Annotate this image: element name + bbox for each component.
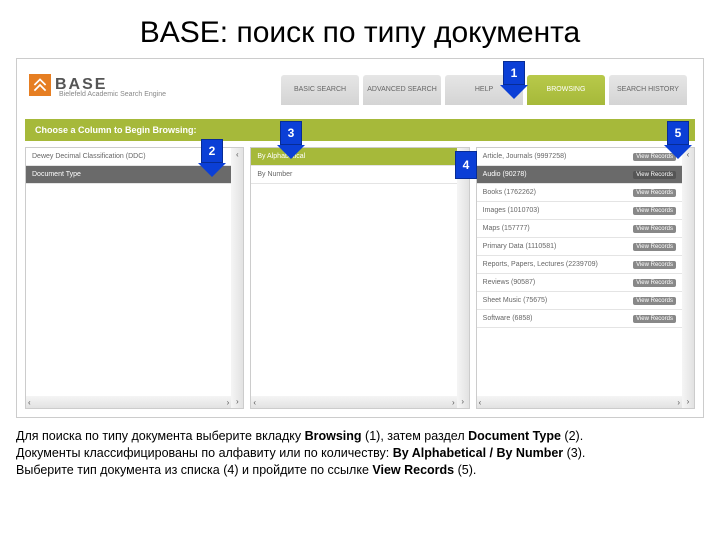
callout-1: 1	[503, 61, 528, 99]
view-records-button[interactable]: View Records	[633, 207, 676, 215]
tab-browsing[interactable]: BROWSING	[527, 75, 605, 105]
tab-advanced-search[interactable]: ADVANCED SEARCH	[363, 75, 441, 105]
view-records-button[interactable]: View Records	[633, 171, 676, 179]
callout-4: 4	[455, 151, 477, 179]
screenshot-frame: BASE Bielefeld Academic Search Engine BA…	[16, 58, 704, 418]
callout-2: 2	[201, 139, 226, 177]
view-records-button[interactable]: View Records	[633, 315, 676, 323]
choose-column-bar: Choose a Column to Begin Browsing:	[25, 119, 695, 141]
tab-strip: BASIC SEARCH ADVANCED SEARCH HELP BROWSI…	[281, 75, 687, 105]
callout-5: 5	[667, 121, 692, 159]
table-row[interactable]: Maps (157777)View Records	[477, 220, 682, 238]
scrollbar-vertical[interactable]: ‹›	[457, 148, 469, 408]
callout-3: 3	[280, 121, 305, 159]
table-row[interactable]: Software (6858)View Records	[477, 310, 682, 328]
panels: Dewey Decimal Classification (DDC) Docum…	[25, 147, 695, 409]
panel-sort: By Alphabetical By Number ‹› ‹›	[250, 147, 469, 409]
scrollbar-horizontal[interactable]: ‹›	[477, 396, 682, 408]
scrollbar-horizontal[interactable]: ‹›	[251, 396, 456, 408]
view-records-button[interactable]: View Records	[633, 261, 676, 269]
view-records-button[interactable]: View Records	[633, 225, 676, 233]
panel-results: Article, Journals (9997258)View Records …	[476, 147, 695, 409]
slide-title: BASE: поиск по типу документа	[0, 0, 720, 58]
table-row[interactable]: Primary Data (1110581)View Records	[477, 238, 682, 256]
table-row[interactable]: Audio (90278)View Records	[477, 166, 682, 184]
logo-icon	[29, 74, 51, 96]
scrollbar-vertical[interactable]: ‹›	[682, 148, 694, 408]
table-row[interactable]: Article, Journals (9997258)View Records	[477, 148, 682, 166]
table-row[interactable]: Reports, Papers, Lectures (2239709)View …	[477, 256, 682, 274]
table-row[interactable]: Books (1762262)View Records	[477, 184, 682, 202]
scrollbar-horizontal[interactable]: ‹›	[26, 396, 231, 408]
view-records-button[interactable]: View Records	[633, 189, 676, 197]
view-records-button[interactable]: View Records	[633, 297, 676, 305]
tab-basic-search[interactable]: BASIC SEARCH	[281, 75, 359, 105]
panel-column: Dewey Decimal Classification (DDC) Docum…	[25, 147, 244, 409]
scrollbar-vertical[interactable]: ‹›	[231, 148, 243, 408]
view-records-button[interactable]: View Records	[633, 243, 676, 251]
list-item[interactable]: By Number	[251, 166, 456, 184]
tab-search-history[interactable]: SEARCH HISTORY	[609, 75, 687, 105]
logo-subtitle: Bielefeld Academic Search Engine	[59, 91, 166, 98]
caption: Для поиска по типу документа выберите вк…	[16, 428, 704, 479]
table-row[interactable]: Sheet Music (75675)View Records	[477, 292, 682, 310]
table-row[interactable]: Images (1010703)View Records	[477, 202, 682, 220]
table-row[interactable]: Reviews (90587)View Records	[477, 274, 682, 292]
view-records-button[interactable]: View Records	[633, 279, 676, 287]
